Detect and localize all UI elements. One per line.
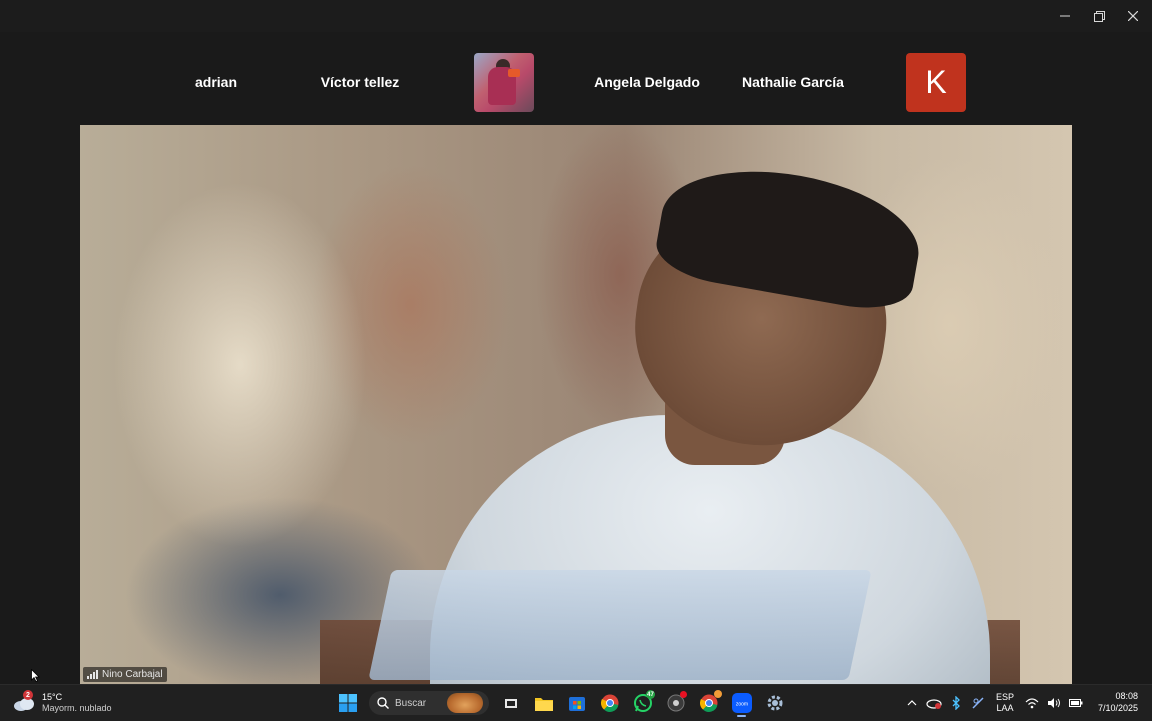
minimize-button[interactable] (1048, 0, 1082, 32)
participant-tile-angela[interactable]: Angela Delgado (584, 53, 710, 111)
weather-widget[interactable]: 2 15°C Mayorm. nublado (12, 689, 112, 717)
clock-time: 08:08 (1115, 691, 1138, 701)
gear-icon (767, 695, 782, 711)
taskbar: 2 15°C Mayorm. nublado Buscar 47 zoom ES… (0, 684, 1152, 721)
system-clock[interactable]: 08:08 7/10/2025 (1098, 690, 1138, 714)
participant-name: Angela Delgado (594, 74, 700, 90)
task-view-icon (504, 699, 517, 708)
bluetooth-icon[interactable] (948, 695, 964, 711)
participant-avatar[interactable]: K (906, 53, 966, 112)
profile-dot (714, 690, 722, 698)
chrome-icon (600, 694, 618, 712)
mouse-cursor-icon (31, 669, 40, 682)
participant-name: Nathalie García (742, 74, 844, 90)
language-line1: ESP (996, 692, 1015, 702)
store-button[interactable] (561, 688, 592, 718)
svg-text:zoom: zoom (735, 702, 747, 708)
system-tray: ESP LAA (904, 687, 1084, 719)
minimize-icon (1060, 15, 1070, 17)
cloud-icon: 2 (12, 690, 36, 713)
search-highlight-image (447, 693, 483, 713)
settings-button[interactable] (759, 688, 790, 718)
temperature: 15°C (42, 692, 63, 702)
start-button[interactable] (332, 688, 363, 718)
clock-date: 7/10/2025 (1097, 703, 1138, 713)
chrome-button[interactable] (594, 688, 625, 718)
weather-condition: Mayorm. nublado (42, 703, 112, 713)
whatsapp-button[interactable]: 47 (627, 688, 658, 718)
close-button[interactable] (1116, 0, 1150, 32)
onedrive-icon[interactable] (926, 695, 942, 711)
search-icon (377, 697, 389, 709)
app-button-camera[interactable] (660, 688, 691, 718)
zoom-icon: zoom (731, 693, 752, 713)
restore-icon (1093, 10, 1105, 22)
windows-start-icon (338, 694, 357, 712)
participant-tile-adrian[interactable]: adrian (160, 53, 272, 111)
whatsapp-unread-badge: 47 (646, 690, 655, 699)
title-bar (0, 0, 1152, 32)
speaker-name-badge: Nino Carbajal (83, 667, 167, 682)
close-icon (1128, 11, 1138, 21)
file-explorer-button[interactable] (528, 688, 559, 718)
pen-icon[interactable] (970, 695, 986, 711)
speaker-name: Nino Carbajal (102, 669, 163, 680)
restore-button[interactable] (1082, 0, 1116, 32)
volume-icon[interactable] (1046, 695, 1062, 711)
chevron-up-icon[interactable] (904, 695, 920, 711)
task-view-button[interactable] (495, 688, 526, 718)
language-line2: LAA (996, 703, 1014, 713)
main-speaker-video[interactable] (80, 125, 1072, 684)
participant-strip: adrian Víctor tellez Angela Delgado Nath… (0, 32, 1152, 125)
taskbar-search-box[interactable]: Buscar (369, 691, 489, 715)
participant-name: adrian (194, 74, 237, 90)
signal-strength-icon (87, 670, 98, 679)
chrome-profile-button[interactable] (693, 688, 724, 718)
zoom-button[interactable]: zoom (726, 688, 757, 718)
store-icon (568, 697, 585, 711)
participant-video-thumbnail[interactable] (474, 53, 534, 112)
participant-tile-nathalie[interactable]: Nathalie García (730, 53, 856, 111)
weather-alert-badge: 2 (23, 690, 33, 700)
active-app-indicator (737, 715, 746, 717)
search-placeholder: Buscar (395, 697, 427, 709)
participant-name: Víctor tellez (320, 74, 400, 90)
battery-icon[interactable] (1068, 695, 1084, 711)
avatar-letter: K (925, 64, 947, 100)
language-indicator[interactable]: ESP LAA (996, 692, 1014, 714)
notification-dot (680, 691, 687, 698)
participant-tile-victor[interactable]: Víctor tellez (300, 53, 420, 111)
wifi-icon[interactable] (1024, 695, 1040, 711)
folder-icon (534, 697, 553, 711)
